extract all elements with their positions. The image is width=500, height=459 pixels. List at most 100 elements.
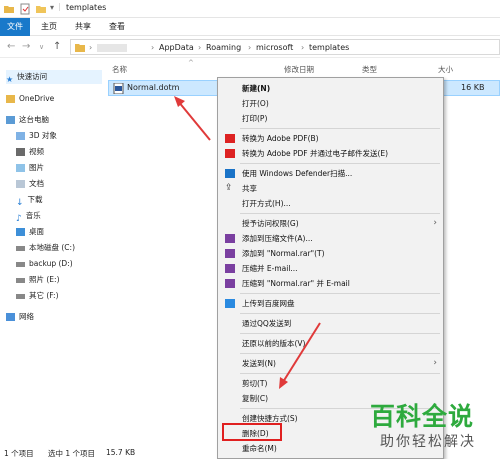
nav-item-quick-access[interactable]: ★ 快速访问: [6, 70, 102, 84]
menu-item[interactable]: 打开(O): [218, 96, 443, 111]
pdf-icon: [225, 149, 235, 158]
menu-item[interactable]: 转换为 Adobe PDF(B): [218, 131, 443, 146]
breadcrumb-appdata[interactable]: AppData: [159, 43, 194, 52]
menu-item[interactable]: 添加到压缩文件(A)...: [218, 231, 443, 246]
nav-item-videos[interactable]: 视频: [16, 145, 44, 159]
nav-item-this-pc[interactable]: 这台电脑: [6, 113, 49, 127]
file-name: Normal.dotm: [127, 83, 180, 92]
menu-separator: [240, 313, 440, 314]
menu-item[interactable]: 发送到(N) ›: [218, 356, 443, 371]
menu-item[interactable]: 剪切(T): [218, 376, 443, 391]
forward-arrow-icon[interactable]: →: [22, 41, 30, 52]
archive-icon: [225, 249, 235, 258]
menu-separator: [240, 163, 440, 164]
tab-share[interactable]: 共享: [70, 18, 96, 36]
star-icon: ★: [6, 75, 14, 84]
menu-item[interactable]: 压缩到 "Normal.rar" 并 E-mail: [218, 276, 443, 291]
menu-item-label: 新建(N): [242, 84, 271, 93]
drive-icon: [16, 245, 25, 251]
nav-item-label: 网络: [19, 312, 34, 321]
menu-item-label: 通过QQ发送到: [242, 319, 292, 328]
menu-item[interactable]: 打开方式(H)...: [218, 196, 443, 211]
breadcrumb-microsoft[interactable]: microsoft: [256, 43, 293, 52]
nav-item-label: 音乐: [25, 211, 41, 220]
menu-item[interactable]: 还原以前的版本(V): [218, 336, 443, 351]
selected-size: 15.7 KB: [106, 448, 136, 457]
nav-item-drive-c[interactable]: 本地磁盘 (C:): [16, 241, 75, 255]
new-folder-icon[interactable]: [35, 3, 47, 15]
nav-item-label: 3D 对象: [29, 131, 57, 140]
menu-separator: [240, 373, 440, 374]
breadcrumb-roaming[interactable]: Roaming: [206, 43, 241, 52]
quick-access-dropdown-icon[interactable]: ▾: [50, 3, 54, 12]
properties-icon[interactable]: [19, 3, 31, 15]
menu-item-label: 上传到百度网盘: [242, 299, 295, 308]
menu-item[interactable]: 上传到百度网盘: [218, 296, 443, 311]
nav-item-network[interactable]: 网络: [6, 310, 34, 324]
menu-item[interactable]: 压缩并 E-mail...: [218, 261, 443, 276]
music-icon: ♪: [16, 214, 22, 224]
share-icon: ⇪: [225, 183, 233, 193]
submenu-arrow-icon: ›: [433, 358, 437, 368]
archive-icon: [225, 234, 235, 243]
column-header-type[interactable]: 类型: [362, 64, 377, 75]
menu-item[interactable]: 通过QQ发送到: [218, 316, 443, 331]
document-icon: [16, 180, 25, 188]
menu-item-label: 剪切(T): [242, 379, 268, 388]
column-header-name[interactable]: 名称: [112, 64, 127, 75]
nav-item-label: 桌面: [29, 227, 44, 236]
desktop-icon: [16, 228, 25, 236]
menu-item-label: 还原以前的版本(V): [242, 339, 306, 348]
tab-view[interactable]: 查看: [104, 18, 130, 36]
network-icon: [6, 313, 15, 321]
navigation-pane: ★ 快速访问 OneDrive 这台电脑 3D 对象 视频 图片 文档 ↓ 下载 ♪…: [0, 62, 104, 444]
nav-item-music[interactable]: ♪ 音乐: [16, 209, 41, 224]
column-header-date[interactable]: 修改日期: [284, 64, 314, 75]
nav-item-drive-e[interactable]: 照片 (E:): [16, 273, 60, 287]
tab-home[interactable]: 主页: [36, 18, 62, 36]
menu-item[interactable]: 新建(N): [218, 81, 443, 96]
menu-separator: [240, 213, 440, 214]
address-bar[interactable]: › › AppData › Roaming › microsoft › temp…: [70, 39, 500, 55]
redacted-crumb: [97, 44, 127, 52]
cube-icon: [16, 132, 25, 140]
up-arrow-icon[interactable]: ↑: [53, 41, 61, 52]
menu-item-label: 压缩并 E-mail...: [242, 264, 298, 273]
nav-item-downloads[interactable]: ↓ 下载: [16, 193, 43, 208]
back-arrow-icon[interactable]: ←: [7, 41, 15, 52]
drive-icon: [16, 277, 25, 283]
menu-item[interactable]: ⇪ 共享: [218, 181, 443, 196]
menu-item[interactable]: 使用 Windows Defender扫描...: [218, 166, 443, 181]
menu-item-label: 使用 Windows Defender扫描...: [242, 169, 353, 178]
nav-item-desktop[interactable]: 桌面: [16, 225, 44, 239]
nav-item-3d-objects[interactable]: 3D 对象: [16, 129, 57, 143]
item-count: 1 个项目: [4, 449, 34, 458]
menu-item-label: 发送到(N): [242, 359, 276, 368]
crumb-separator-icon: ›: [248, 43, 252, 52]
menu-item-label: 复制(C): [242, 394, 269, 403]
menu-item[interactable]: 转换为 Adobe PDF 并通过电子邮件发送(E): [218, 146, 443, 161]
menu-item-label: 添加到 "Normal.rar"(T): [242, 249, 325, 258]
sort-arrow-icon: ^: [188, 59, 194, 67]
archive-icon: [225, 279, 235, 288]
breadcrumb-templates[interactable]: templates: [309, 43, 349, 52]
nav-item-onedrive[interactable]: OneDrive: [6, 92, 54, 106]
menu-item[interactable]: 授予访问权限(G) ›: [218, 216, 443, 231]
menu-separator: [240, 353, 440, 354]
column-headers: 名称 ^ 修改日期 类型 大小: [104, 59, 500, 76]
recent-locations-icon[interactable]: ∨: [39, 43, 44, 51]
menu-separator: [240, 333, 440, 334]
nav-item-label: 快速访问: [17, 72, 48, 81]
nav-item-drive-d[interactable]: backup (D:): [16, 257, 73, 271]
tab-file[interactable]: 文件: [0, 18, 30, 36]
arrow-to-file-head: [174, 96, 185, 107]
menu-separator: [240, 293, 440, 294]
column-header-size[interactable]: 大小: [438, 64, 453, 75]
nav-item-pictures[interactable]: 图片: [16, 161, 44, 175]
menu-item[interactable]: 打印(P): [218, 111, 443, 126]
menu-item[interactable]: 添加到 "Normal.rar"(T): [218, 246, 443, 261]
navigation-bar: ← → ∨ ↑ › › AppData › Roaming › microsof…: [0, 36, 500, 58]
nav-item-documents[interactable]: 文档: [16, 177, 44, 191]
file-size: 16 KB: [461, 83, 485, 92]
nav-item-drive-f[interactable]: 其它 (F:): [16, 289, 59, 303]
